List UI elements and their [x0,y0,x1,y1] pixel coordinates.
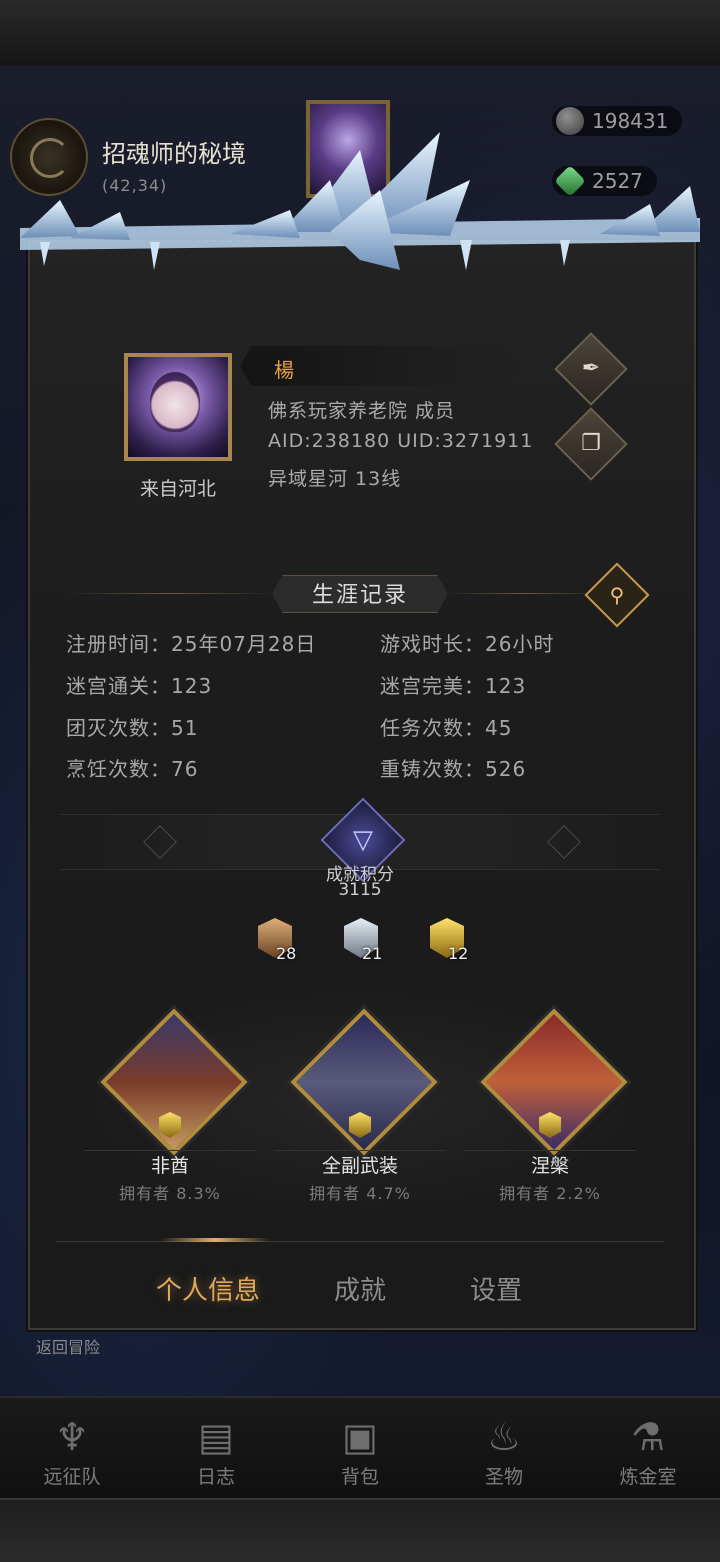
tab-achievements[interactable]: 成就 [334,1270,386,1307]
alchemy-icon: ⚗ [630,1415,666,1459]
nav-alchemy[interactable]: ⚗ 炼金室 [576,1398,720,1489]
achievement-name: 全副武装 [321,1155,398,1177]
copy-icon: ❐ [581,431,601,456]
achievement-name: 涅槃 [530,1155,569,1177]
stat-maze-perfect: 迷宫完美：123 [380,674,527,698]
stat-team-wipes: 团灭次数：51 [66,716,199,740]
magnifier-icon: ⚲ [609,583,625,607]
career-title: 生涯记录 [311,583,408,608]
avatar-portrait-icon [150,372,200,432]
stat-play-time: 游戏时长：26小时 [380,632,555,656]
player-name: 楊 [274,358,294,382]
nav-journal[interactable]: ▤ 日志 [144,1398,288,1489]
nav-label: 远征队 [43,1466,101,1488]
nav-label: 圣物 [484,1466,523,1488]
silver-medal-count: 21 [362,944,383,963]
horned-helmet-icon: ♆ [54,1415,90,1459]
stat-maze-cleared: 迷宫通关：123 [66,674,213,698]
achievement-points-value: 3115 [338,880,382,900]
divider [444,593,604,594]
nav-label: 炼金室 [619,1466,677,1488]
quill-icon: ✒ [581,356,601,381]
achievement-owner-rate: 拥有者 2.2% [499,1184,601,1203]
bronze-medal-count: 28 [276,944,297,963]
scroll-icon: ▤ [198,1415,234,1459]
nav-expedition[interactable]: ♆ 远征队 [0,1398,144,1489]
bottom-navigation: ♆ 远征队 ▤ 日志 ▣ 背包 ♨ 圣物 ⚗ 炼金室 [0,1396,720,1500]
player-ids: AID:238180 UID:3271911 [268,430,534,452]
nav-label: 背包 [340,1466,379,1488]
tab-settings[interactable]: 设置 [470,1270,522,1307]
achievement-owner-rate: 拥有者 4.7% [309,1184,411,1203]
gold-medal-count: 12 [448,944,469,963]
return-adventure-link[interactable]: 返回冒险 [36,1334,100,1358]
backpack-icon: ▣ [342,1415,378,1459]
bottom-frame [0,1498,720,1562]
nav-label: 日志 [196,1466,235,1488]
stat-register-date: 注册时间：25年07月28日 [66,632,317,656]
player-origin: 来自河北 [139,478,216,500]
stat-cooking: 烹饪次数：76 [66,757,199,781]
brazier-icon: ♨ [486,1415,522,1459]
stat-reforge: 重铸次数：526 [380,757,527,781]
active-tab-indicator [160,1238,270,1242]
tab-personal-info[interactable]: 个人信息 [156,1270,260,1307]
player-guild: 佛系玩家养老院 成员 [268,400,456,422]
top-frame [0,0,720,68]
nav-relics[interactable]: ♨ 圣物 [432,1398,576,1489]
tab-divider [56,1241,664,1242]
nav-backpack[interactable]: ▣ 背包 [288,1398,432,1489]
achievement-owner-rate: 拥有者 8.3% [119,1184,221,1203]
achievement-name: 非酋 [150,1155,189,1177]
divider [66,593,276,594]
stat-quests: 任务次数：45 [380,716,513,740]
ice-crystal-decoration [20,132,700,270]
player-server: 异域星河 13线 [268,468,402,490]
